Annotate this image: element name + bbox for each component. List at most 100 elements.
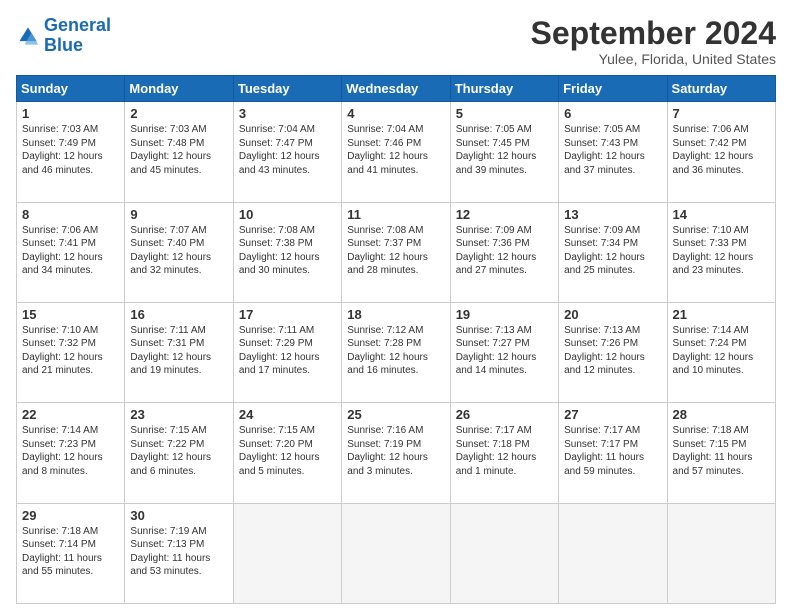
calendar-day-cell: 1 Sunrise: 7:03 AM Sunset: 7:49 PM Daylig… <box>17 102 125 202</box>
day-info: Sunrise: 7:08 AM Sunset: 7:38 PM Dayligh… <box>239 224 336 278</box>
day-number: 12 <box>456 207 553 222</box>
calendar-day-cell: 18Sunrise: 7:12 AM Sunset: 7:28 PM Dayli… <box>342 302 450 402</box>
calendar-day-cell: 6Sunrise: 7:05 AM Sunset: 7:43 PM Daylig… <box>559 102 667 202</box>
day-info: Sunrise: 7:17 AM Sunset: 7:17 PM Dayligh… <box>564 424 661 478</box>
day-info: Sunrise: 7:03 AM Sunset: 7:48 PM Dayligh… <box>130 123 227 177</box>
day-info: Sunrise: 7:06 AM Sunset: 7:41 PM Dayligh… <box>22 224 119 278</box>
calendar-day-cell: 23Sunrise: 7:15 AM Sunset: 7:22 PM Dayli… <box>125 403 233 503</box>
title-block: September 2024 Yulee, Florida, United St… <box>531 16 776 67</box>
logo: General Blue <box>16 16 111 56</box>
calendar-header-cell: Tuesday <box>233 76 341 102</box>
calendar-day-cell: 26Sunrise: 7:17 AM Sunset: 7:18 PM Dayli… <box>450 403 558 503</box>
day-number: 9 <box>130 207 227 222</box>
day-number: 17 <box>239 307 336 322</box>
day-number: 14 <box>673 207 770 222</box>
month-title: September 2024 <box>531 16 776 51</box>
day-number: 20 <box>564 307 661 322</box>
day-info: Sunrise: 7:15 AM Sunset: 7:20 PM Dayligh… <box>239 424 336 478</box>
day-info: Sunrise: 7:14 AM Sunset: 7:24 PM Dayligh… <box>673 324 770 378</box>
calendar-day-cell: 22 Sunrise: 7:14 AM Sunset: 7:23 PM Dayli… <box>17 403 125 503</box>
day-number: 11 <box>347 207 444 222</box>
calendar-header-cell: Thursday <box>450 76 558 102</box>
logo-text: General Blue <box>44 16 111 56</box>
day-number: 6 <box>564 106 661 121</box>
calendar-week-row: 29 Sunrise: 7:18 AM Sunset: 7:14 PM Dayli… <box>17 503 776 603</box>
calendar-day-cell: 29 Sunrise: 7:18 AM Sunset: 7:14 PM Dayli… <box>17 503 125 603</box>
subtitle: Yulee, Florida, United States <box>531 51 776 67</box>
calendar-day-cell: 27Sunrise: 7:17 AM Sunset: 7:17 PM Dayli… <box>559 403 667 503</box>
calendar-week-row: 15 Sunrise: 7:10 AM Sunset: 7:32 PM Dayli… <box>17 302 776 402</box>
calendar-day-cell: 7 Sunrise: 7:06 AM Sunset: 7:42 PM Daylig… <box>667 102 775 202</box>
calendar-day-cell: 28Sunrise: 7:18 AM Sunset: 7:15 PM Dayli… <box>667 403 775 503</box>
calendar-week-row: 22 Sunrise: 7:14 AM Sunset: 7:23 PM Dayli… <box>17 403 776 503</box>
day-number: 8 <box>22 207 119 222</box>
calendar-day-cell <box>342 503 450 603</box>
calendar-day-cell: 21Sunrise: 7:14 AM Sunset: 7:24 PM Dayli… <box>667 302 775 402</box>
day-info: Sunrise: 7:04 AM Sunset: 7:46 PM Dayligh… <box>347 123 444 177</box>
day-number: 3 <box>239 106 336 121</box>
calendar-body: 1 Sunrise: 7:03 AM Sunset: 7:49 PM Daylig… <box>17 102 776 604</box>
logo-line1: General <box>44 15 111 35</box>
day-number: 30 <box>130 508 227 523</box>
calendar-header-cell: Wednesday <box>342 76 450 102</box>
day-number: 15 <box>22 307 119 322</box>
day-number: 7 <box>673 106 770 121</box>
day-info: Sunrise: 7:18 AM Sunset: 7:14 PM Dayligh… <box>22 525 119 579</box>
calendar-day-cell <box>233 503 341 603</box>
day-number: 22 <box>22 407 119 422</box>
day-info: Sunrise: 7:04 AM Sunset: 7:47 PM Dayligh… <box>239 123 336 177</box>
calendar-day-cell: 17 Sunrise: 7:11 AM Sunset: 7:29 PM Dayli… <box>233 302 341 402</box>
day-number: 24 <box>239 407 336 422</box>
calendar-day-cell: 25Sunrise: 7:16 AM Sunset: 7:19 PM Dayli… <box>342 403 450 503</box>
calendar-day-cell: 14 Sunrise: 7:10 AM Sunset: 7:33 PM Dayli… <box>667 202 775 302</box>
header: General Blue September 2024 Yulee, Flori… <box>16 16 776 67</box>
calendar-day-cell: 2 Sunrise: 7:03 AM Sunset: 7:48 PM Daylig… <box>125 102 233 202</box>
day-number: 29 <box>22 508 119 523</box>
day-info: Sunrise: 7:15 AM Sunset: 7:22 PM Dayligh… <box>130 424 227 478</box>
day-info: Sunrise: 7:10 AM Sunset: 7:32 PM Dayligh… <box>22 324 119 378</box>
day-info: Sunrise: 7:08 AM Sunset: 7:37 PM Dayligh… <box>347 224 444 278</box>
calendar-day-cell <box>559 503 667 603</box>
day-number: 4 <box>347 106 444 121</box>
calendar-day-cell: 30 Sunrise: 7:19 AM Sunset: 7:13 PM Dayli… <box>125 503 233 603</box>
calendar-day-cell: 5Sunrise: 7:05 AM Sunset: 7:45 PM Daylig… <box>450 102 558 202</box>
day-number: 18 <box>347 307 444 322</box>
calendar-day-cell: 4 Sunrise: 7:04 AM Sunset: 7:46 PM Daylig… <box>342 102 450 202</box>
calendar-header-cell: Friday <box>559 76 667 102</box>
calendar-day-cell: 24 Sunrise: 7:15 AM Sunset: 7:20 PM Dayli… <box>233 403 341 503</box>
day-info: Sunrise: 7:09 AM Sunset: 7:34 PM Dayligh… <box>564 224 661 278</box>
day-number: 2 <box>130 106 227 121</box>
day-info: Sunrise: 7:10 AM Sunset: 7:33 PM Dayligh… <box>673 224 770 278</box>
day-info: Sunrise: 7:19 AM Sunset: 7:13 PM Dayligh… <box>130 525 227 579</box>
calendar-header-row: SundayMondayTuesdayWednesdayThursdayFrid… <box>17 76 776 102</box>
day-number: 28 <box>673 407 770 422</box>
calendar-day-cell: 9 Sunrise: 7:07 AM Sunset: 7:40 PM Daylig… <box>125 202 233 302</box>
calendar-day-cell <box>450 503 558 603</box>
logo-line2: Blue <box>44 35 83 55</box>
day-info: Sunrise: 7:13 AM Sunset: 7:27 PM Dayligh… <box>456 324 553 378</box>
logo-icon <box>16 24 40 48</box>
page: General Blue September 2024 Yulee, Flori… <box>0 0 792 612</box>
calendar-header-cell: Saturday <box>667 76 775 102</box>
day-info: Sunrise: 7:07 AM Sunset: 7:40 PM Dayligh… <box>130 224 227 278</box>
day-number: 13 <box>564 207 661 222</box>
calendar-day-cell: 13 Sunrise: 7:09 AM Sunset: 7:34 PM Dayli… <box>559 202 667 302</box>
day-number: 19 <box>456 307 553 322</box>
day-number: 1 <box>22 106 119 121</box>
calendar-table: SundayMondayTuesdayWednesdayThursdayFrid… <box>16 75 776 604</box>
calendar-day-cell <box>667 503 775 603</box>
day-info: Sunrise: 7:11 AM Sunset: 7:31 PM Dayligh… <box>130 324 227 378</box>
day-number: 25 <box>347 407 444 422</box>
day-number: 10 <box>239 207 336 222</box>
calendar-day-cell: 8 Sunrise: 7:06 AM Sunset: 7:41 PM Daylig… <box>17 202 125 302</box>
day-number: 5 <box>456 106 553 121</box>
calendar-header-cell: Monday <box>125 76 233 102</box>
day-info: Sunrise: 7:17 AM Sunset: 7:18 PM Dayligh… <box>456 424 553 478</box>
day-info: Sunrise: 7:03 AM Sunset: 7:49 PM Dayligh… <box>22 123 119 177</box>
day-info: Sunrise: 7:14 AM Sunset: 7:23 PM Dayligh… <box>22 424 119 478</box>
day-info: Sunrise: 7:11 AM Sunset: 7:29 PM Dayligh… <box>239 324 336 378</box>
calendar-day-cell: 19 Sunrise: 7:13 AM Sunset: 7:27 PM Dayli… <box>450 302 558 402</box>
day-info: Sunrise: 7:06 AM Sunset: 7:42 PM Dayligh… <box>673 123 770 177</box>
calendar-day-cell: 10 Sunrise: 7:08 AM Sunset: 7:38 PM Dayli… <box>233 202 341 302</box>
calendar-week-row: 1 Sunrise: 7:03 AM Sunset: 7:49 PM Daylig… <box>17 102 776 202</box>
